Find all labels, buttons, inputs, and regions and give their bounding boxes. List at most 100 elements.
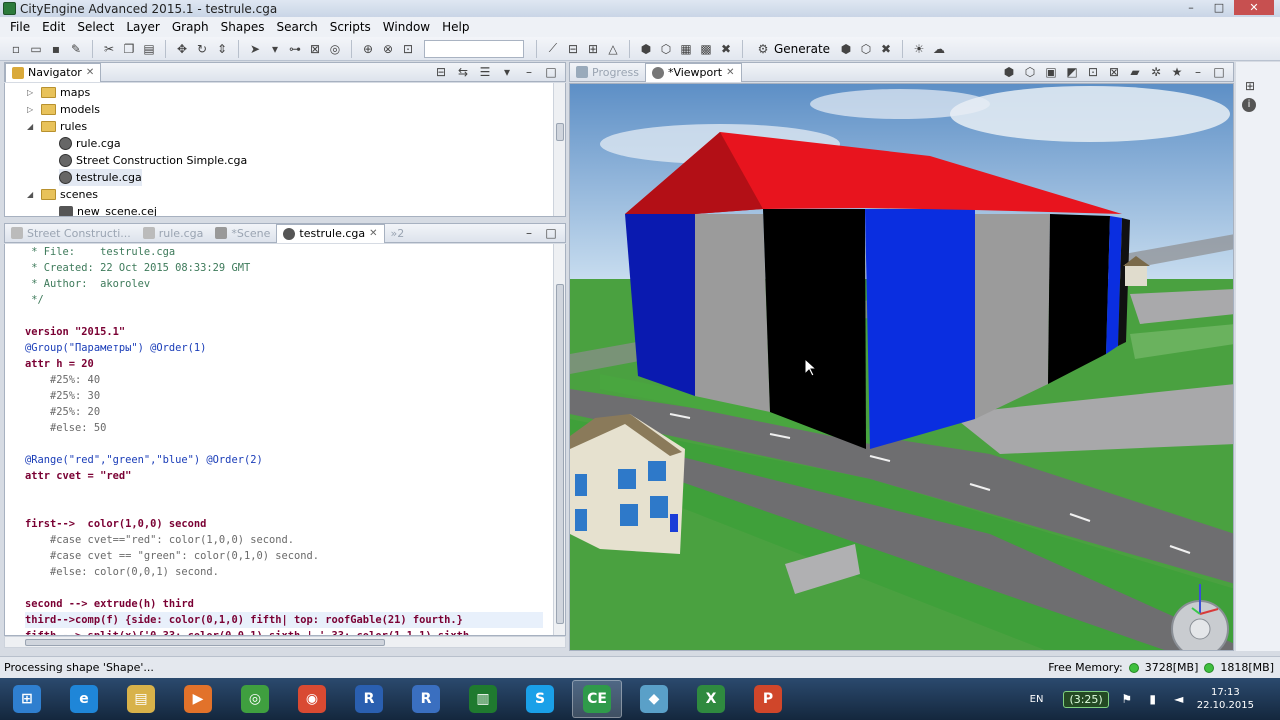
editor-scrollbar[interactable] xyxy=(553,244,565,635)
code-line[interactable]: #case cvet=="red": color(1,0,0) second. xyxy=(25,532,543,548)
code-line[interactable] xyxy=(25,308,543,324)
code-line[interactable]: * Author: akorolev xyxy=(25,276,543,292)
camtasia-taskbar-button[interactable]: ◎ xyxy=(230,680,280,718)
flag-icon[interactable]: ⚑ xyxy=(1119,691,1135,707)
model-wire-icon[interactable]: ⬡ xyxy=(658,41,674,57)
rotate-icon[interactable]: ↻ xyxy=(194,41,210,57)
app-window-taskbar-button[interactable]: ◆ xyxy=(629,680,679,718)
code-line[interactable] xyxy=(25,484,543,500)
scale-icon[interactable]: ⇕ xyxy=(214,41,230,57)
shaded-view-icon[interactable]: ⬢ xyxy=(1001,64,1017,80)
zoom-icon[interactable]: ⊠ xyxy=(1106,64,1122,80)
tab-viewport[interactable]: *Viewport ✕ xyxy=(644,62,742,82)
bookmark-icon[interactable]: ★ xyxy=(1169,64,1185,80)
tree-item-maps[interactable]: ▷ maps xyxy=(27,84,90,101)
target-icon[interactable]: ◎ xyxy=(327,41,343,57)
minimize-view-icon[interactable]: – xyxy=(1190,64,1206,80)
start-button-taskbar-button[interactable]: ⊞ xyxy=(2,680,52,718)
skype-taskbar-button[interactable]: S xyxy=(515,680,565,718)
code-line[interactable]: #25%: 20 xyxy=(25,404,543,420)
code-line[interactable]: * Created: 22 Oct 2015 08:33:29 GMT xyxy=(25,260,543,276)
collapse-all-icon[interactable]: ⊟ xyxy=(433,64,449,80)
code-line[interactable]: #else: 50 xyxy=(25,420,543,436)
new-icon[interactable]: ▫ xyxy=(8,41,24,57)
file-explorer-taskbar-button[interactable]: ▤ xyxy=(116,680,166,718)
tab-navigator[interactable]: Navigator ✕ xyxy=(5,62,102,82)
close-button[interactable]: ✕ xyxy=(1234,0,1274,15)
cga-code-editor[interactable]: * File: testrule.cga * Created: 22 Oct 2… xyxy=(4,244,566,636)
code-line[interactable]: #25%: 40 xyxy=(25,372,543,388)
brush-icon[interactable]: ✎ xyxy=(68,41,84,57)
view-menu-icon[interactable]: ▾ xyxy=(499,64,515,80)
minimize-view-icon[interactable]: – xyxy=(521,64,537,80)
code-line[interactable]: #case cvet == "green": color(0,1,0) seco… xyxy=(25,548,543,564)
maximize-view-icon[interactable]: □ xyxy=(543,64,559,80)
menu-file[interactable]: File xyxy=(4,20,36,34)
maximize-view-icon[interactable]: □ xyxy=(543,225,559,241)
copy-icon[interactable]: ❐ xyxy=(121,41,137,57)
tab-scene[interactable]: *Scene xyxy=(209,224,276,243)
timer-badge[interactable]: (3:25) xyxy=(1063,690,1109,708)
clock[interactable]: 17:13 22.10.2015 xyxy=(1197,686,1254,712)
open-folder-icon[interactable]: ▭ xyxy=(28,41,44,57)
editor-horizontal-scrollbar[interactable] xyxy=(4,636,566,648)
tree-item-street-construction[interactable]: Street Construction Simple.cga xyxy=(59,152,247,169)
graph-tool-icon[interactable]: ⊕ xyxy=(360,41,376,57)
minimize-view-icon[interactable]: – xyxy=(521,225,537,241)
tab-street-construction[interactable]: Street Constructi... xyxy=(5,224,137,243)
info-icon[interactable]: i xyxy=(1242,98,1256,112)
maximize-button[interactable]: □ xyxy=(1206,0,1232,15)
code-line[interactable]: second --> extrude(h) third xyxy=(25,596,543,612)
code-line[interactable]: @Group("Параметры") @Order(1) xyxy=(25,340,543,356)
draw-poly-icon[interactable]: △ xyxy=(605,41,621,57)
excel-taskbar-button[interactable]: X xyxy=(686,680,736,718)
close-icon[interactable]: ✕ xyxy=(369,228,377,239)
move-icon[interactable]: ✥ xyxy=(174,41,190,57)
checker-icon[interactable]: ▩ xyxy=(698,41,714,57)
toolbar-search-input[interactable] xyxy=(424,39,524,58)
scrollbar-thumb[interactable] xyxy=(556,123,564,141)
draw-street-icon[interactable]: ⟋ xyxy=(545,41,561,57)
code-lines[interactable]: * File: testrule.cga * Created: 22 Oct 2… xyxy=(25,244,543,635)
code-line[interactable]: attr cvet = "red" xyxy=(25,468,543,484)
volume-icon[interactable]: ◄ xyxy=(1171,691,1187,707)
menu-help[interactable]: Help xyxy=(436,20,475,34)
tab-testrule[interactable]: testrule.cga ✕ xyxy=(276,223,385,243)
scrollbar-thumb[interactable] xyxy=(25,639,385,646)
expand-arrow-icon[interactable]: ▷ xyxy=(27,88,37,97)
textured-view-icon[interactable]: ▣ xyxy=(1043,64,1059,80)
code-line[interactable]: * File: testrule.cga xyxy=(25,244,543,260)
tab-rule-cga[interactable]: rule.cga xyxy=(137,224,210,243)
code-line[interactable]: version "2015.1" xyxy=(25,324,543,340)
filter-icon[interactable]: ☰ xyxy=(477,64,493,80)
maximize-view-icon[interactable]: □ xyxy=(1211,64,1227,80)
code-line[interactable]: fifth --> split(x){'0.33: color(0,0,1) s… xyxy=(25,628,543,635)
lit-view-icon[interactable]: ◩ xyxy=(1064,64,1080,80)
save-icon[interactable]: ▪ xyxy=(48,41,64,57)
draw-rect-icon[interactable]: ⊞ xyxy=(585,41,601,57)
close-icon[interactable]: ✕ xyxy=(726,67,734,78)
scrollbar-thumb[interactable] xyxy=(556,284,564,624)
tree-item-rules[interactable]: ◢ rules xyxy=(27,118,87,135)
r-studio-taskbar-button[interactable]: R xyxy=(401,680,451,718)
network-icon[interactable]: ▮ xyxy=(1145,691,1161,707)
menu-shapes[interactable]: Shapes xyxy=(215,20,271,34)
3d-viewport[interactable] xyxy=(569,83,1234,651)
restore-view-icon[interactable]: ⊞ xyxy=(1242,78,1258,94)
navigator-scrollbar[interactable] xyxy=(553,83,565,216)
model-icon[interactable]: ⬢ xyxy=(638,41,654,57)
menu-layer[interactable]: Layer xyxy=(120,20,165,34)
code-line[interactable] xyxy=(25,580,543,596)
tab-progress[interactable]: Progress xyxy=(570,63,645,82)
tree-item-testrule[interactable]: testrule.cga xyxy=(59,169,142,186)
edit-shape-icon[interactable]: ⊶ xyxy=(287,41,303,57)
texture-icon[interactable]: ▦ xyxy=(678,41,694,57)
menu-edit[interactable]: Edit xyxy=(36,20,71,34)
menu-search[interactable]: Search xyxy=(270,20,323,34)
chrome-taskbar-button[interactable]: ◉ xyxy=(287,680,337,718)
draw-shape-icon[interactable]: ⊟ xyxy=(565,41,581,57)
cut-icon[interactable]: ✂ xyxy=(101,41,117,57)
close-icon[interactable]: ✕ xyxy=(86,67,94,78)
code-line[interactable]: first--> color(1,0,0) second xyxy=(25,516,543,532)
frame-icon[interactable]: ⊡ xyxy=(1085,64,1101,80)
